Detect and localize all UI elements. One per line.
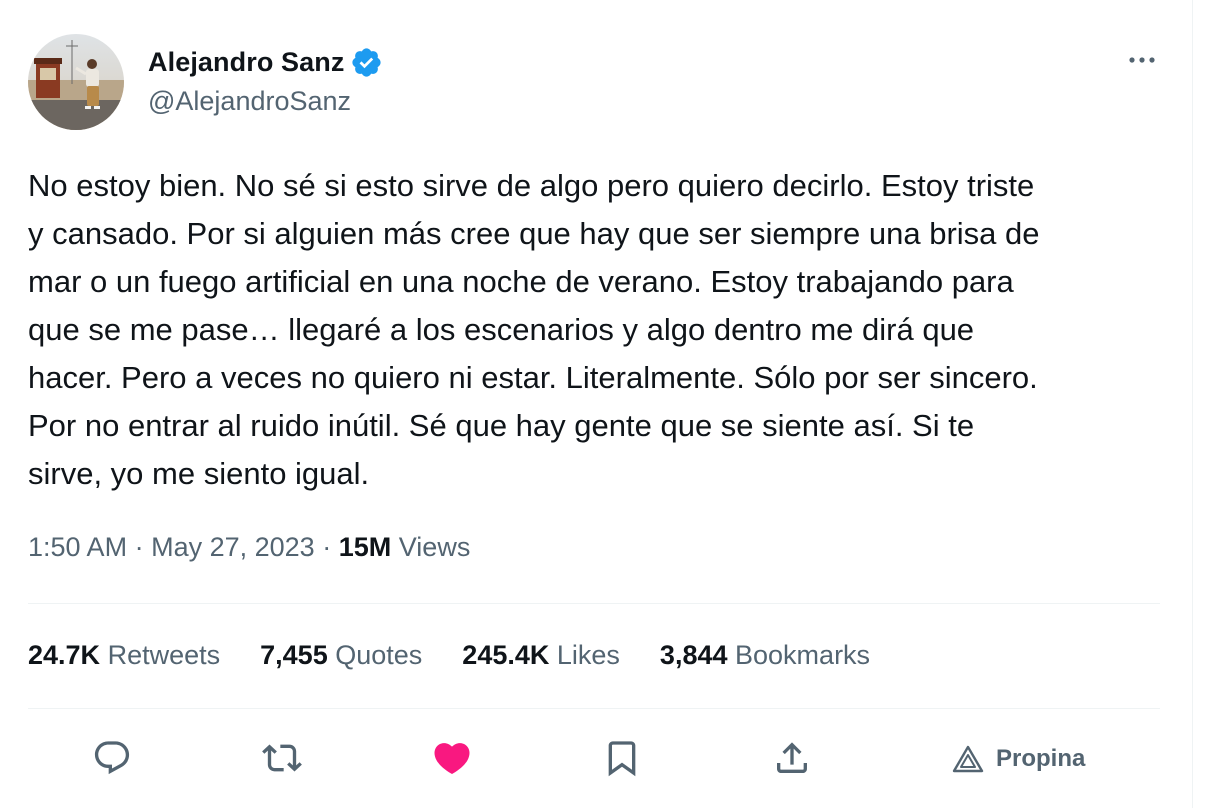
tip-label: Propina: [996, 745, 1086, 772]
stat-label: Quotes: [335, 640, 423, 670]
stat-bookmarks[interactable]: 3,844 Bookmarks: [660, 640, 870, 671]
like-button[interactable]: [430, 736, 474, 780]
share-button[interactable]: [770, 736, 814, 780]
tweet-text-line: hacer. Pero a veces no quiero ni estar. …: [28, 360, 1038, 395]
stat-likes[interactable]: 245.4K Likes: [462, 640, 620, 671]
meta-separator: ·: [322, 532, 332, 562]
tweet-meta: 1:50 AM · May 27, 2023 · 15M Views: [28, 532, 470, 563]
avatar-photo: [28, 34, 124, 130]
tweet-text-line: No estoy bien. No sé si esto sirve de al…: [28, 168, 1035, 203]
stat-label: Bookmarks: [735, 640, 871, 670]
bookmark-button[interactable]: [600, 736, 644, 780]
heart-icon: [434, 743, 470, 775]
tip-button[interactable]: Propina: [952, 740, 1085, 778]
reply-button[interactable]: [90, 736, 134, 780]
tweet-text-line: que se me pase… llegaré a los escenarios…: [28, 312, 975, 347]
display-name-row[interactable]: Alejandro Sanz: [148, 44, 383, 80]
more-icon: [1129, 57, 1155, 63]
engagement-stats: 24.7K Retweets 7,455 Quotes 245.4K Likes…: [28, 640, 910, 671]
stat-count: 3,844: [659, 640, 728, 670]
display-name[interactable]: Alejandro Sanz: [148, 47, 344, 78]
meta-separator: ·: [134, 532, 144, 562]
retweet-icon: [262, 744, 302, 772]
tweet-text-line: mar o un fuego artificial en una noche d…: [28, 264, 1014, 299]
more-options-button[interactable]: [1124, 46, 1160, 74]
tweet-text-line: Por no entrar al ruido inútil. Sé que ha…: [28, 408, 975, 443]
share-icon: [777, 742, 807, 773]
avatar[interactable]: [28, 34, 124, 130]
column-border: [1192, 0, 1193, 808]
views-label[interactable]: Views: [399, 532, 471, 562]
stat-label: Retweets: [107, 640, 221, 670]
stat-quotes[interactable]: 7,455 Quotes: [260, 640, 422, 671]
tweet-date[interactable]: May 27, 2023: [151, 532, 315, 562]
divider: [28, 603, 1160, 604]
stat-count: 7,455: [260, 640, 328, 670]
tweet-text-line: y cansado. Por si alguien más cree que h…: [28, 216, 1040, 251]
tweet-detail: Alejandro Sanz @AlejandroSanz No estoy b…: [0, 0, 1220, 808]
stat-count: 245.4K: [462, 640, 550, 670]
views-count[interactable]: 15M: [339, 532, 392, 562]
retweet-button[interactable]: [260, 736, 304, 780]
tweet-text-line: sirve, yo me siento igual.: [28, 456, 370, 491]
stat-retweets[interactable]: 24.7K Retweets: [28, 640, 220, 671]
stat-count: 24.7K: [28, 640, 101, 670]
reply-icon: [94, 741, 130, 775]
tweet-time[interactable]: 1:50 AM: [28, 532, 127, 562]
user-handle[interactable]: @AlejandroSanz: [148, 86, 351, 117]
stat-label: Likes: [556, 640, 620, 670]
tweet-text: No estoy bien. No sé si esto sirve de al…: [28, 162, 1168, 498]
bookmark-icon: [608, 741, 636, 777]
verified-badge-icon[interactable]: [350, 46, 383, 79]
divider: [28, 708, 1160, 709]
tip-icon: [952, 745, 984, 773]
